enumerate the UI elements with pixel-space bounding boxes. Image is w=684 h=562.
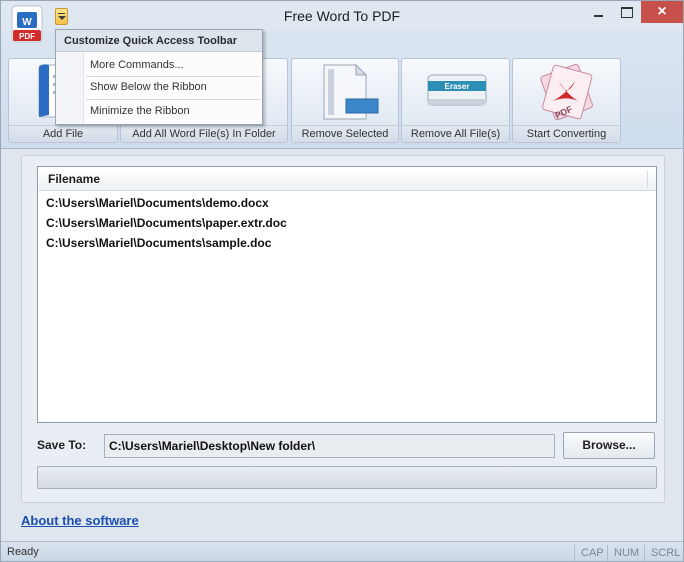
window-title: Free Word To PDF (283, 8, 401, 24)
status-bar: Ready CAP NUM SCRL (1, 541, 683, 561)
about-software-link[interactable]: About the software (21, 513, 139, 528)
column-divider[interactable] (647, 171, 648, 188)
maximize-button[interactable] (613, 1, 639, 23)
list-item[interactable]: C:\Users\Mariel\Documents\sample.doc (46, 233, 271, 253)
add-file-label: Add File (9, 125, 117, 142)
start-converting-label: Start Converting (513, 125, 620, 142)
eraser-icon: Eraser (402, 59, 509, 127)
menu-separator (86, 99, 260, 100)
eraser-icon-text: Eraser (445, 82, 470, 91)
column-header-filename[interactable]: Filename (48, 168, 100, 191)
title-bar[interactable]: Free Word To PDF × (1, 1, 683, 31)
progress-bar (37, 466, 657, 489)
menu-item-show-below-ribbon[interactable]: Show Below the Ribbon (90, 77, 260, 97)
dropdown-bar-glyph (58, 13, 65, 14)
app-menu-button[interactable]: W PDF (9, 4, 49, 48)
add-folder-label: Add All Word File(s) In Folder (121, 125, 287, 142)
status-scrl: SCRL (644, 545, 680, 561)
remove-all-label: Remove All File(s) (402, 125, 509, 142)
list-item[interactable]: C:\Users\Mariel\Documents\demo.docx (46, 193, 269, 213)
status-num: NUM (607, 545, 639, 561)
app-logo-badge: PDF (19, 32, 35, 41)
app-logo-icon: W PDF (11, 5, 43, 43)
file-list[interactable]: Filename C:\Users\Mariel\Documents\demo.… (37, 166, 657, 423)
quick-access-dropdown-button[interactable] (55, 8, 68, 25)
start-converting-button[interactable]: PDF Start Converting (512, 58, 621, 143)
close-button[interactable]: × (641, 1, 683, 23)
status-cap: CAP (574, 545, 604, 561)
browse-button[interactable]: Browse... (563, 432, 655, 459)
menu-gutter (56, 52, 84, 124)
main-panel: Filename C:\Users\Mariel\Documents\demo.… (21, 155, 665, 503)
save-to-label: Save To: (37, 438, 87, 452)
pdf-icon: PDF (513, 59, 620, 127)
app-window: Free Word To PDF × W PDF Add File Add Al… (0, 0, 684, 562)
status-text: Ready (7, 546, 39, 558)
list-item[interactable]: C:\Users\Mariel\Documents\paper.extr.doc (46, 213, 287, 233)
remove-all-button[interactable]: Eraser Remove All File(s) (401, 58, 510, 143)
minimize-button[interactable] (585, 1, 611, 23)
save-path-field[interactable]: C:\Users\Mariel\Desktop\New folder\ (104, 434, 555, 458)
document-remove-icon (292, 59, 398, 127)
quick-access-menu: Customize Quick Access Toolbar More Comm… (55, 29, 263, 125)
remove-selected-label: Remove Selected (292, 125, 398, 142)
list-header: Filename (39, 168, 656, 191)
menu-item-minimize-ribbon[interactable]: Minimize the Ribbon (90, 101, 260, 121)
remove-selected-button[interactable]: Remove Selected (291, 58, 399, 143)
menu-header: Customize Quick Access Toolbar (56, 30, 262, 52)
menu-item-more-commands[interactable]: More Commands... (90, 55, 260, 75)
chevron-down-icon (58, 16, 66, 20)
svg-text:W: W (22, 17, 32, 28)
